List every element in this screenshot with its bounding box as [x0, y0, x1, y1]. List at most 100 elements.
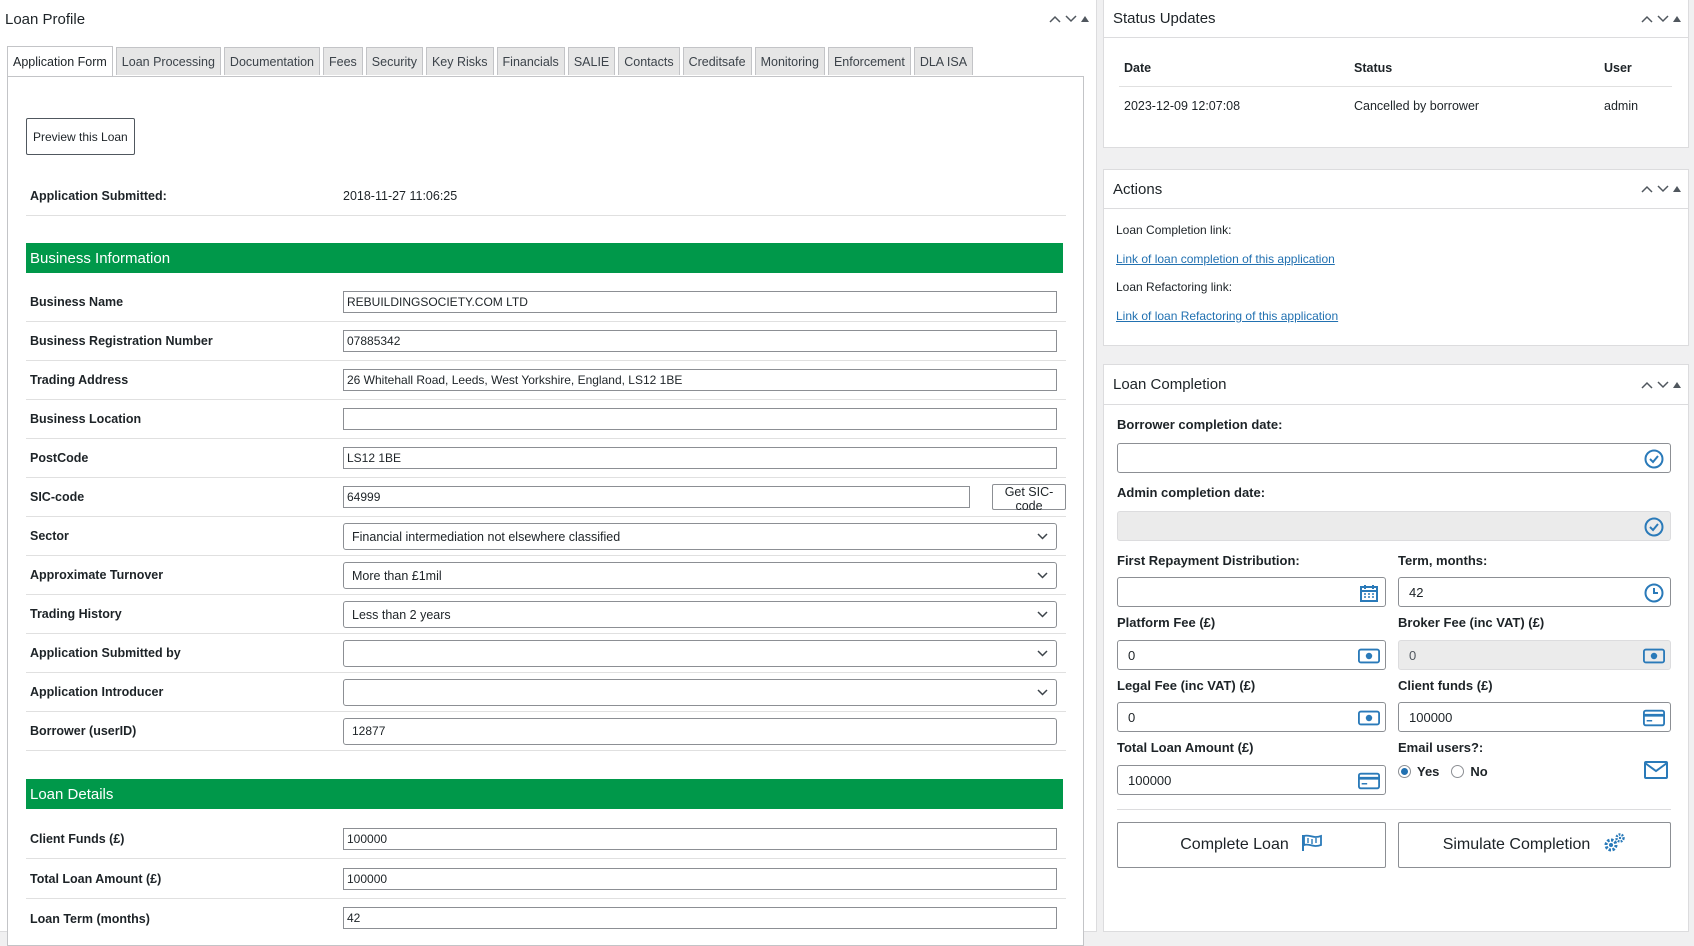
business-name-label: Business Name: [30, 295, 124, 309]
loan-term-row: Loan Term (months) 42: [26, 899, 1066, 938]
borrower-completion-date-input[interactable]: [1117, 443, 1671, 473]
simulate-completion-button[interactable]: Simulate Completion: [1398, 822, 1671, 868]
email-users-label: Email users?:: [1398, 740, 1484, 755]
envelope-icon: [1644, 761, 1668, 782]
loan-profile-header: Loan Profile: [0, 0, 1096, 38]
credit-card-icon: [1643, 708, 1665, 728]
trading-history-label: Trading History: [30, 607, 122, 621]
platform-fee-input[interactable]: 0: [1117, 640, 1386, 670]
introducer-label: Application Introducer: [30, 685, 164, 699]
move-down-icon[interactable]: [1064, 12, 1078, 26]
tab-loan-processing[interactable]: Loan Processing: [115, 47, 221, 75]
collapse-toggle-icon[interactable]: [1672, 182, 1682, 196]
tab-monitoring[interactable]: Monitoring: [754, 47, 825, 75]
calendar-icon: [1358, 583, 1380, 603]
admin-completion-date-input[interactable]: [1117, 511, 1671, 541]
move-up-icon[interactable]: [1640, 182, 1654, 196]
borrower-label: Borrower (userID): [30, 724, 137, 738]
first-repayment-input[interactable]: [1117, 577, 1386, 607]
tab-contacts[interactable]: Contacts: [618, 47, 680, 75]
email-no-radio[interactable]: [1451, 765, 1465, 778]
money-icon: [1358, 646, 1380, 666]
borrower-input[interactable]: 12877: [343, 718, 1057, 745]
legal-fee-value: 0: [1128, 709, 1136, 725]
refactoring-link[interactable]: Link of loan Refactoring of this applica…: [1116, 309, 1338, 323]
collapse-toggle-icon[interactable]: [1672, 12, 1682, 26]
tab-creditsafe[interactable]: Creditsafe: [682, 47, 752, 75]
business-information-heading: Business Information: [26, 243, 1063, 273]
sector-select[interactable]: Financial intermediation not elsewhere c…: [343, 523, 1057, 550]
application-submitted-label: Application Submitted:: [30, 188, 167, 203]
client-funds-input[interactable]: 100000: [343, 828, 1057, 850]
move-down-icon[interactable]: [1656, 378, 1670, 392]
collapse-toggle-icon[interactable]: [1080, 12, 1090, 26]
move-up-icon[interactable]: [1640, 12, 1654, 26]
table-header-row: Date Status User: [1119, 50, 1672, 87]
completion-link-label: Loan Completion link:: [1116, 223, 1232, 237]
sic-code-input[interactable]: 64999: [343, 486, 970, 508]
trading-history-row: Trading History Less than 2 years: [26, 595, 1066, 634]
total-loan-completion-label: Total Loan Amount (£): [1117, 740, 1254, 755]
move-up-icon[interactable]: [1048, 12, 1062, 26]
sic-code-row: SIC-code 64999 Get SIC-code: [26, 478, 1066, 517]
tab-salie[interactable]: SALIE: [567, 47, 616, 75]
legal-fee-input[interactable]: 0: [1117, 702, 1386, 732]
tab-documentation[interactable]: Documentation: [223, 47, 320, 75]
sector-label: Sector: [30, 529, 69, 543]
complete-loan-button[interactable]: Complete Loan: [1117, 822, 1386, 868]
total-loan-input[interactable]: 100000: [343, 868, 1057, 890]
move-down-icon[interactable]: [1656, 12, 1670, 26]
actions-title: Actions: [1113, 180, 1163, 198]
status-date-cell: 2023-12-09 12:07:08: [1124, 99, 1241, 114]
money-icon: [1358, 708, 1380, 728]
client-funds-completion-input[interactable]: 100000: [1398, 702, 1671, 732]
tab-dla-isa[interactable]: DLA ISA: [913, 47, 974, 75]
completion-link[interactable]: Link of loan completion of this applicat…: [1116, 252, 1335, 266]
actions-panel: Actions Loan Completion link: Link of lo…: [1103, 169, 1689, 346]
flag-icon: [1301, 834, 1323, 857]
move-down-icon[interactable]: [1656, 182, 1670, 196]
trading-address-row: Trading Address 26 Whitehall Road, Leeds…: [26, 361, 1066, 400]
turnover-select[interactable]: More than £1mil: [343, 562, 1057, 589]
preview-loan-button[interactable]: Preview this Loan: [26, 118, 135, 155]
submitted-by-select[interactable]: [343, 640, 1057, 667]
business-location-input[interactable]: [343, 408, 1057, 430]
registration-number-input[interactable]: 07885342: [343, 330, 1057, 352]
tab-application-form[interactable]: Application Form: [7, 46, 113, 76]
broker-fee-label: Broker Fee (inc VAT) (£): [1398, 615, 1545, 630]
divider: [1117, 809, 1671, 810]
business-name-row: Business Name REBUILDINGSOCIETY.COM LTD: [26, 283, 1066, 322]
trading-history-select[interactable]: Less than 2 years: [343, 601, 1057, 628]
trading-address-input[interactable]: 26 Whitehall Road, Leeds, West Yorkshire…: [343, 369, 1057, 391]
business-location-label: Business Location: [30, 412, 142, 426]
broker-fee-value: 0: [1409, 647, 1417, 663]
move-up-icon[interactable]: [1640, 378, 1654, 392]
panel-controls: [1640, 378, 1682, 392]
broker-fee-input[interactable]: 0: [1398, 640, 1671, 670]
tab-fees[interactable]: Fees: [323, 47, 363, 75]
tab-key-risks[interactable]: Key Risks: [425, 47, 494, 75]
tab-financials[interactable]: Financials: [496, 47, 565, 75]
loan-completion-title: Loan Completion: [1113, 376, 1227, 393]
email-yes-radio[interactable]: [1398, 765, 1411, 778]
application-submitted-row: Application Submitted: 2018-11-27 11:06:…: [26, 176, 1066, 216]
borrower-row: Borrower (userID) 12877: [26, 712, 1066, 751]
term-months-input[interactable]: 42: [1398, 577, 1671, 607]
postcode-row: PostCode LS12 1BE: [26, 439, 1066, 478]
postcode-input[interactable]: LS12 1BE: [343, 447, 1057, 469]
status-updates-header: Status Updates: [1104, 0, 1688, 38]
tab-enforcement[interactable]: Enforcement: [827, 47, 911, 75]
total-loan-completion-value: 100000: [1128, 772, 1172, 788]
legal-fee-label: Legal Fee (inc VAT) (£): [1117, 678, 1256, 693]
loan-term-input[interactable]: 42: [343, 907, 1057, 929]
total-loan-completion-input[interactable]: 100000: [1117, 765, 1386, 795]
tab-security[interactable]: Security: [365, 47, 423, 75]
get-sic-code-button[interactable]: Get SIC-code: [992, 484, 1066, 513]
check-circle-icon: [1643, 449, 1665, 469]
loan-completion-panel: Loan Completion Borrower completion date…: [1103, 364, 1689, 932]
trading-history-select-value: Less than 2 years: [352, 607, 451, 622]
introducer-select[interactable]: [343, 679, 1057, 706]
application-submitted-value: 2018-11-27 11:06:25: [343, 188, 458, 203]
business-name-input[interactable]: REBUILDINGSOCIETY.COM LTD: [343, 291, 1057, 313]
collapse-toggle-icon[interactable]: [1672, 378, 1682, 392]
